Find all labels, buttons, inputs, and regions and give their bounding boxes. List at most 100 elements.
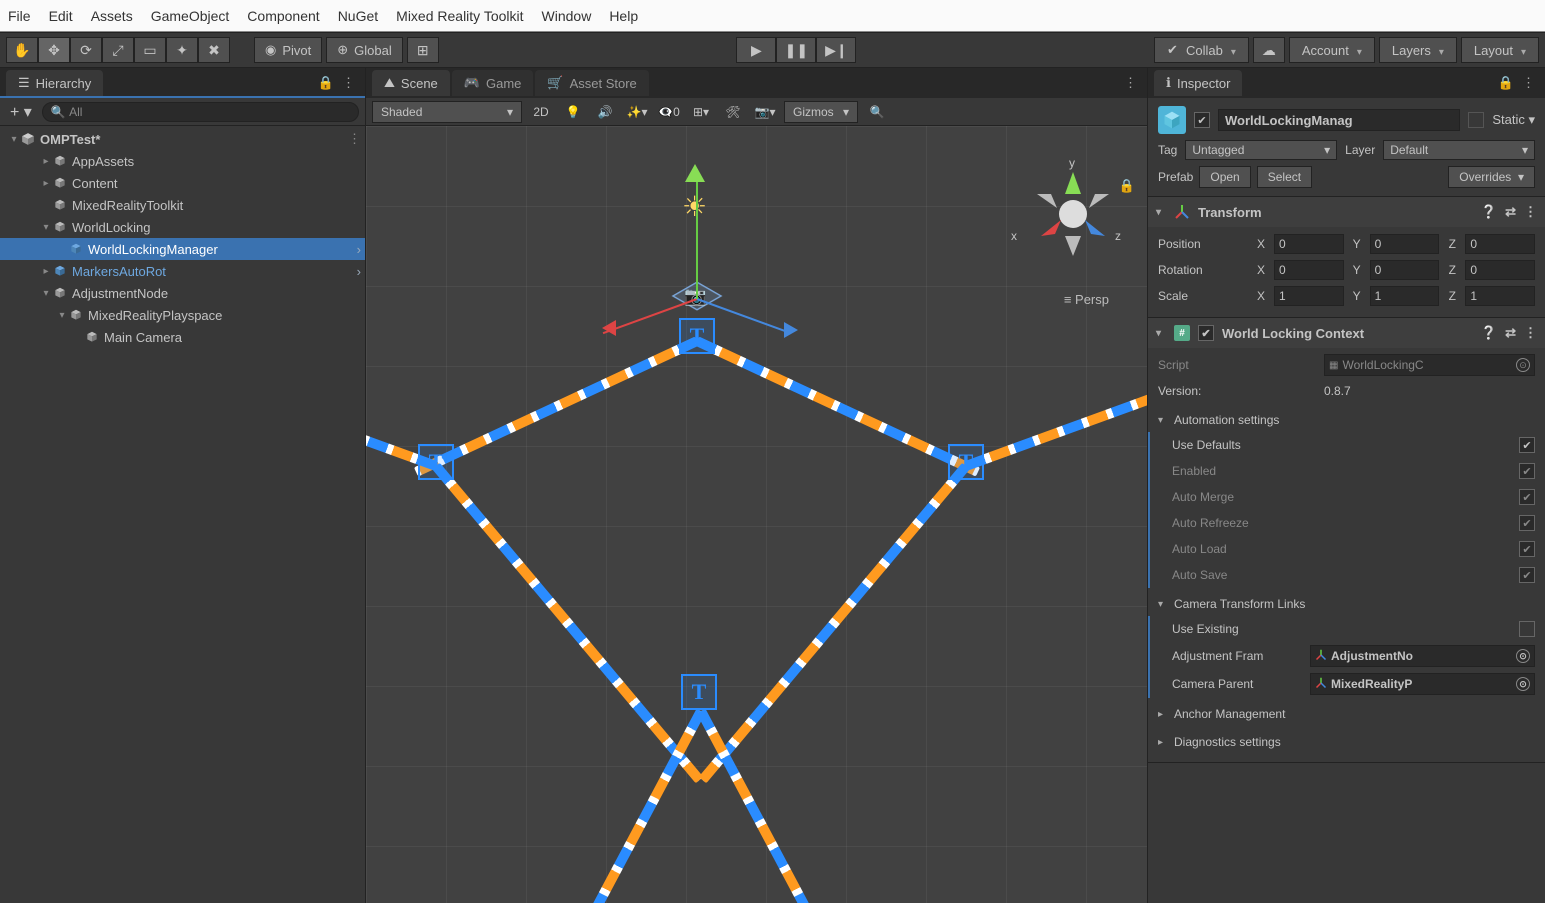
rect-tool[interactable]: ▭ xyxy=(134,37,166,63)
orientation-gizmo[interactable]: x y z xyxy=(1023,164,1123,264)
inspector-tab[interactable]: ℹInspector xyxy=(1154,70,1242,96)
preset-icon[interactable]: ⇄ xyxy=(1505,325,1516,341)
global-toggle[interactable]: ⊕Global xyxy=(326,37,402,63)
hierarchy-tab[interactable]: ☰Hierarchy xyxy=(6,70,103,96)
static-checkbox[interactable] xyxy=(1468,112,1484,128)
menu-edit[interactable]: Edit xyxy=(49,8,73,24)
layout-dropdown[interactable]: Layout xyxy=(1461,37,1539,63)
step-button[interactable]: ▶❙ xyxy=(816,37,856,63)
context-menu-icon[interactable]: ⋮ xyxy=(1124,75,1137,91)
scene-viewport[interactable]: ☀ 📷 T T T T xyxy=(366,126,1147,903)
adjustment-frame-field[interactable]: AdjustmentNo⊙ xyxy=(1310,645,1535,667)
scene-search-icon[interactable]: 🔍 xyxy=(864,101,890,123)
hierarchy-item[interactable]: ▸AppAssets xyxy=(0,150,365,172)
menu-help[interactable]: Help xyxy=(609,8,638,24)
enabled-sub-checkbox[interactable]: ✔ xyxy=(1519,463,1535,479)
grid-toggle[interactable]: ⊞▾ xyxy=(688,101,714,123)
transform-tool[interactable]: ✦ xyxy=(166,37,198,63)
hierarchy-item[interactable]: MixedRealityToolkit xyxy=(0,194,365,216)
gameobject-icon[interactable] xyxy=(1158,106,1186,134)
menu-window[interactable]: Window xyxy=(542,8,592,24)
viewport-lock-icon[interactable]: 🔒 xyxy=(1119,178,1135,194)
tools-toggle[interactable]: 🛠 xyxy=(720,101,746,123)
lock-icon[interactable]: 🔒 xyxy=(1498,75,1514,91)
projection-label[interactable]: ≡ Persp xyxy=(1064,292,1109,307)
shading-mode[interactable]: Shaded▾ xyxy=(372,101,522,123)
anchor-management-header[interactable]: ▸Anchor Management xyxy=(1158,702,1535,726)
scale-tool[interactable]: ⤢ xyxy=(102,37,134,63)
fx-toggle[interactable]: ✨▾ xyxy=(624,101,650,123)
move-tool[interactable]: ✥ xyxy=(38,37,70,63)
audio-toggle[interactable]: 🔊 xyxy=(592,101,618,123)
fold-icon[interactable]: ▾ xyxy=(1156,207,1166,218)
rotation-y[interactable]: 0 xyxy=(1370,260,1440,280)
collab-dropdown[interactable]: ✔Collab xyxy=(1154,37,1249,63)
scale-x[interactable]: 1 xyxy=(1274,286,1344,306)
context-menu-icon[interactable]: ⋮ xyxy=(1522,75,1535,91)
camera-transform-links-header[interactable]: ▾Camera Transform Links xyxy=(1158,592,1535,616)
gizmos-dropdown[interactable]: Gizmos ▾ xyxy=(784,101,858,123)
asset-store-tab[interactable]: 🛒Asset Store xyxy=(535,70,648,96)
hierarchy-item[interactable]: ▸MarkersAutoRot› xyxy=(0,260,365,282)
auto-refreeze-checkbox[interactable]: ✔ xyxy=(1519,515,1535,531)
auto-merge-checkbox[interactable]: ✔ xyxy=(1519,489,1535,505)
snap-toggle[interactable]: ⊞ xyxy=(407,37,439,63)
pivot-toggle[interactable]: ◉Pivot xyxy=(254,37,322,63)
component-enabled-checkbox[interactable]: ✔ xyxy=(1198,325,1214,341)
create-dropdown[interactable]: + ▾ xyxy=(6,102,36,122)
menu-icon[interactable]: ⋮ xyxy=(1524,204,1537,220)
cloud-button[interactable]: ☁ xyxy=(1253,37,1285,63)
menu-nuget[interactable]: NuGet xyxy=(338,8,378,24)
rotation-z[interactable]: 0 xyxy=(1465,260,1535,280)
camera-toggle[interactable]: 📷▾ xyxy=(752,101,778,123)
scene-menu-icon[interactable]: ⋮ xyxy=(348,131,361,147)
menu-assets[interactable]: Assets xyxy=(91,8,133,24)
hand-tool[interactable]: ✋ xyxy=(6,37,38,63)
hierarchy-item[interactable]: Main Camera xyxy=(0,326,365,348)
preset-icon[interactable]: ⇄ xyxy=(1505,204,1516,220)
hierarchy-item[interactable]: ▾AdjustmentNode xyxy=(0,282,365,304)
help-icon[interactable]: ❔ xyxy=(1481,325,1497,341)
scale-z[interactable]: 1 xyxy=(1465,286,1535,306)
menu-icon[interactable]: ⋮ xyxy=(1524,325,1537,341)
use-defaults-checkbox[interactable]: ✔ xyxy=(1519,437,1535,453)
diagnostics-settings-header[interactable]: ▸Diagnostics settings xyxy=(1158,730,1535,754)
position-x[interactable]: 0 xyxy=(1274,234,1344,254)
play-button[interactable]: ▶ xyxy=(736,37,776,63)
use-existing-checkbox[interactable] xyxy=(1519,621,1535,637)
prefab-select-button[interactable]: Select xyxy=(1257,166,1312,188)
hierarchy-item[interactable]: ▸Content xyxy=(0,172,365,194)
tag-dropdown[interactable]: Untagged▾ xyxy=(1185,140,1337,160)
prefab-overrides-dropdown[interactable]: Overrides ▾ xyxy=(1448,166,1535,188)
account-dropdown[interactable]: Account xyxy=(1289,37,1375,63)
fold-icon[interactable]: ▾ xyxy=(1156,328,1166,339)
scale-y[interactable]: 1 xyxy=(1370,286,1440,306)
game-tab[interactable]: 🎮Game xyxy=(452,70,534,96)
layers-dropdown[interactable]: Layers xyxy=(1379,37,1457,63)
rotate-tool[interactable]: ⟳ xyxy=(70,37,102,63)
script-field[interactable]: ▦WorldLockingC⊙ xyxy=(1324,354,1535,376)
pause-button[interactable]: ❚❚ xyxy=(776,37,816,63)
context-menu-icon[interactable]: ⋮ xyxy=(342,75,355,91)
menu-file[interactable]: File xyxy=(8,8,31,24)
custom-tool[interactable]: ✖ xyxy=(198,37,230,63)
scene-row[interactable]: ▾ OMPTest* ⋮ xyxy=(0,128,365,150)
automation-settings-header[interactable]: ▾Automation settings xyxy=(1158,408,1535,432)
auto-load-checkbox[interactable]: ✔ xyxy=(1519,541,1535,557)
lighting-toggle[interactable]: 💡 xyxy=(560,101,586,123)
hidden-objects[interactable]: 👁‍🗨0 xyxy=(656,101,682,123)
rotation-x[interactable]: 0 xyxy=(1274,260,1344,280)
hierarchy-item[interactable]: ▾WorldLocking xyxy=(0,216,365,238)
2d-toggle[interactable]: 2D xyxy=(528,101,554,123)
auto-save-checkbox[interactable]: ✔ xyxy=(1519,567,1535,583)
menu-mrtk[interactable]: Mixed Reality Toolkit xyxy=(396,8,523,24)
scene-tab[interactable]: ⛰Scene xyxy=(372,70,450,96)
position-y[interactable]: 0 xyxy=(1370,234,1440,254)
static-label[interactable]: Static ▾ xyxy=(1492,112,1535,128)
menu-component[interactable]: Component xyxy=(247,8,319,24)
menu-gameobject[interactable]: GameObject xyxy=(151,8,230,24)
layer-dropdown[interactable]: Default▾ xyxy=(1383,140,1535,160)
object-name-field[interactable]: WorldLockingManag xyxy=(1218,109,1460,131)
prefab-open-button[interactable]: Open xyxy=(1199,166,1250,188)
hierarchy-item[interactable]: ▾MixedRealityPlayspace xyxy=(0,304,365,326)
